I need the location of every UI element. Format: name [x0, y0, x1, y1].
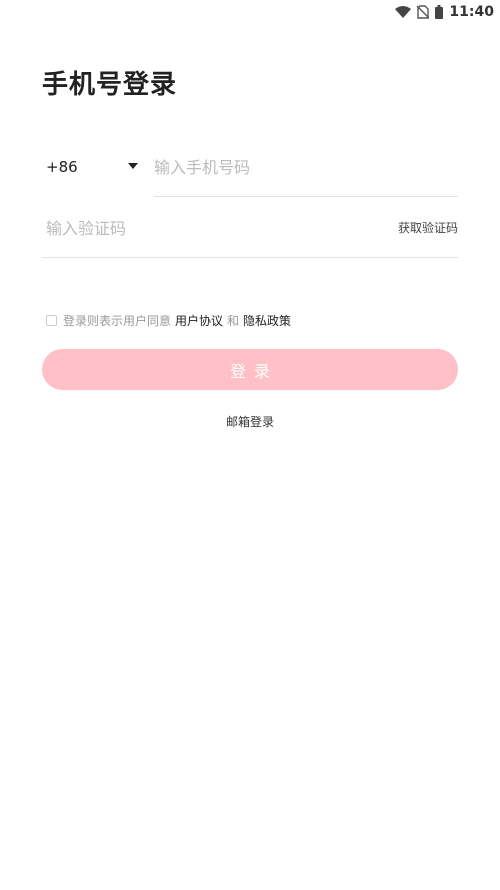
phone-input[interactable]	[154, 149, 454, 185]
login-screen: 11:40 手机号登录 +86 获取验证码 登录则表示用户同意 用户协议 和 隐…	[0, 0, 500, 890]
wifi-icon	[395, 6, 412, 18]
page-title: 手机号登录	[42, 70, 178, 100]
battery-icon	[435, 5, 444, 19]
privacy-policy-link[interactable]: 隐私政策	[243, 312, 291, 329]
agreement-row: 登录则表示用户同意 用户协议 和 隐私政策	[46, 311, 295, 329]
login-button[interactable]: 登录	[42, 349, 458, 390]
status-bar: 11:40	[0, 0, 500, 24]
verification-code-input[interactable]	[46, 210, 346, 246]
status-time: 11:40	[449, 4, 494, 20]
country-code-select[interactable]: +86	[46, 149, 142, 185]
email-login-link[interactable]: 邮箱登录	[0, 413, 500, 430]
agreement-prefix: 登录则表示用户同意	[63, 313, 172, 328]
code-row: 获取验证码	[42, 204, 458, 258]
phone-row: +86	[42, 143, 458, 197]
agreement-checkbox[interactable]	[46, 314, 57, 326]
phone-divider	[154, 196, 458, 197]
user-agreement-link[interactable]: 用户协议	[175, 312, 223, 329]
no-sim-icon	[417, 5, 430, 19]
get-code-button[interactable]: 获取验证码	[398, 219, 458, 236]
code-divider	[42, 257, 458, 258]
caret-down-icon	[128, 163, 138, 169]
country-code-value: +86	[46, 158, 78, 176]
agreement-connector: 和	[227, 313, 240, 328]
